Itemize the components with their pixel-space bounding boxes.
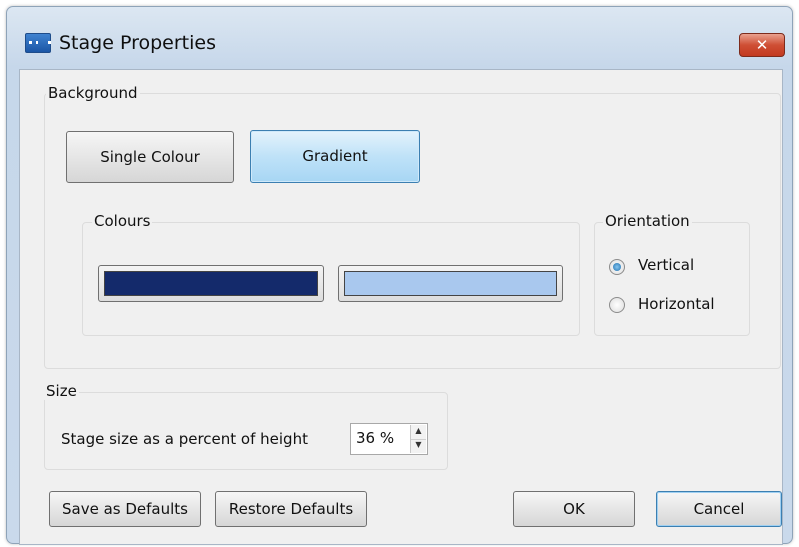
- vertical-radio-label[interactable]: Vertical: [638, 256, 694, 274]
- background-legend: Background: [46, 84, 140, 102]
- dialog-title: Stage Properties: [59, 32, 216, 54]
- stage-size-label: Stage size as a percent of height: [61, 430, 308, 448]
- horizontal-radio-label[interactable]: Horizontal: [638, 295, 715, 313]
- single-colour-button[interactable]: Single Colour: [66, 131, 234, 183]
- stage-size-stepper[interactable]: 36 % ▲ ▼: [350, 423, 428, 455]
- horizontal-radio[interactable]: [609, 297, 625, 313]
- app-icon: [25, 33, 51, 53]
- title-bar[interactable]: Stage Properties ✕: [7, 7, 792, 69]
- cancel-button[interactable]: Cancel: [656, 491, 782, 527]
- colour-swatch-start-fill: [104, 271, 318, 296]
- colour-swatch-start[interactable]: [98, 265, 324, 302]
- dialog-content: Background Single Colour Gradient Colour…: [19, 69, 783, 545]
- chevron-up-icon[interactable]: ▲: [411, 425, 426, 440]
- colour-swatch-end[interactable]: [338, 265, 563, 302]
- restore-defaults-button[interactable]: Restore Defaults: [215, 491, 367, 527]
- stage-size-value[interactable]: 36 %: [356, 429, 394, 447]
- vertical-radio[interactable]: [609, 259, 625, 275]
- close-button[interactable]: ✕: [739, 33, 785, 57]
- orientation-legend: Orientation: [603, 212, 692, 230]
- close-icon: ✕: [755, 36, 769, 54]
- save-as-defaults-button[interactable]: Save as Defaults: [49, 491, 201, 527]
- orientation-group: [594, 222, 750, 336]
- colours-legend: Colours: [92, 212, 153, 230]
- gradient-button[interactable]: Gradient: [250, 130, 420, 183]
- radio-selected-dot: [613, 263, 621, 271]
- dialog-window: Stage Properties ✕ Background Single Col…: [6, 6, 793, 545]
- size-legend: Size: [44, 382, 79, 400]
- colour-swatch-end-fill: [344, 271, 557, 296]
- chevron-down-icon[interactable]: ▼: [411, 439, 426, 453]
- stepper-arrows: ▲ ▼: [410, 425, 426, 453]
- ok-button[interactable]: OK: [513, 491, 635, 527]
